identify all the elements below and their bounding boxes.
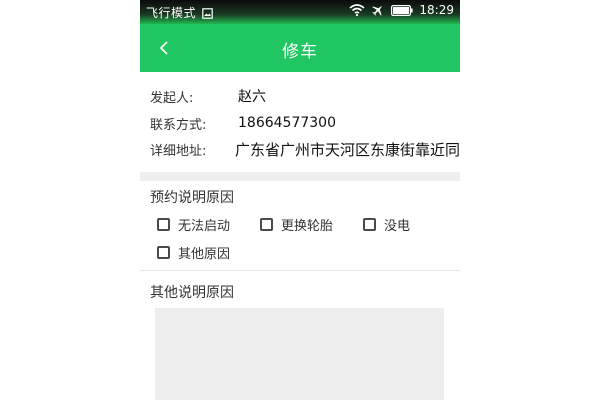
status-right: 18:29 xyxy=(349,3,454,17)
status-bar: 飞行模式 18:29 xyxy=(140,0,460,24)
reason-section-title: 预约说明原因 xyxy=(150,190,234,206)
initiator-row: 发起人: 赵六 xyxy=(150,84,460,108)
info-section: 发起人: 赵六 联系方式: 18664577300 详细地址: 广东省广州市天河… xyxy=(140,72,460,172)
option-label: 没电 xyxy=(384,219,411,234)
battery-icon xyxy=(391,4,414,16)
image-icon xyxy=(202,8,214,22)
wifi-icon xyxy=(349,4,365,16)
section-divider xyxy=(140,172,460,181)
address-row: 详细地址: 广东省广州市天河区东康街靠近同 xyxy=(150,137,460,161)
checkbox[interactable] xyxy=(363,218,376,231)
checkbox[interactable] xyxy=(157,246,170,259)
airplane-mode-text: 飞行模式 xyxy=(146,6,197,20)
initiator-label: 发起人: xyxy=(150,90,194,106)
phone-screen: 飞行模式 18:29 修车 发起人: 赵六 联系方式: 18664577300 … xyxy=(140,0,460,400)
page-title: 修车 xyxy=(282,42,318,62)
app-bar: 修车 xyxy=(140,24,460,72)
status-time: 18:29 xyxy=(419,3,454,17)
initiator-value: 赵六 xyxy=(238,89,266,105)
address-value: 广东省广州市天河区东康街靠近同 xyxy=(234,140,460,159)
option-label: 无法启动 xyxy=(178,219,231,234)
other-reason-input[interactable] xyxy=(155,308,444,400)
contact-row: 联系方式: 18664577300 xyxy=(150,111,460,135)
option-change-tire[interactable]: 更换轮胎 xyxy=(260,215,333,234)
option-label: 更换轮胎 xyxy=(281,219,334,234)
contact-value: 18664577300 xyxy=(238,115,336,131)
option-no-battery[interactable]: 没电 xyxy=(363,215,410,234)
option-cannot-start[interactable]: 无法启动 xyxy=(157,215,230,234)
option-other-reason[interactable]: 其他原因 xyxy=(157,243,230,262)
checkbox[interactable] xyxy=(260,218,273,231)
airplane-icon xyxy=(371,3,385,17)
address-label: 详细地址: xyxy=(150,143,207,159)
contact-label: 联系方式: xyxy=(150,117,207,133)
status-left: 飞行模式 xyxy=(146,4,214,22)
checkbox[interactable] xyxy=(157,218,170,231)
option-label: 其他原因 xyxy=(178,247,231,262)
divider-line xyxy=(140,270,460,271)
other-section-title: 其他说明原因 xyxy=(150,285,234,301)
